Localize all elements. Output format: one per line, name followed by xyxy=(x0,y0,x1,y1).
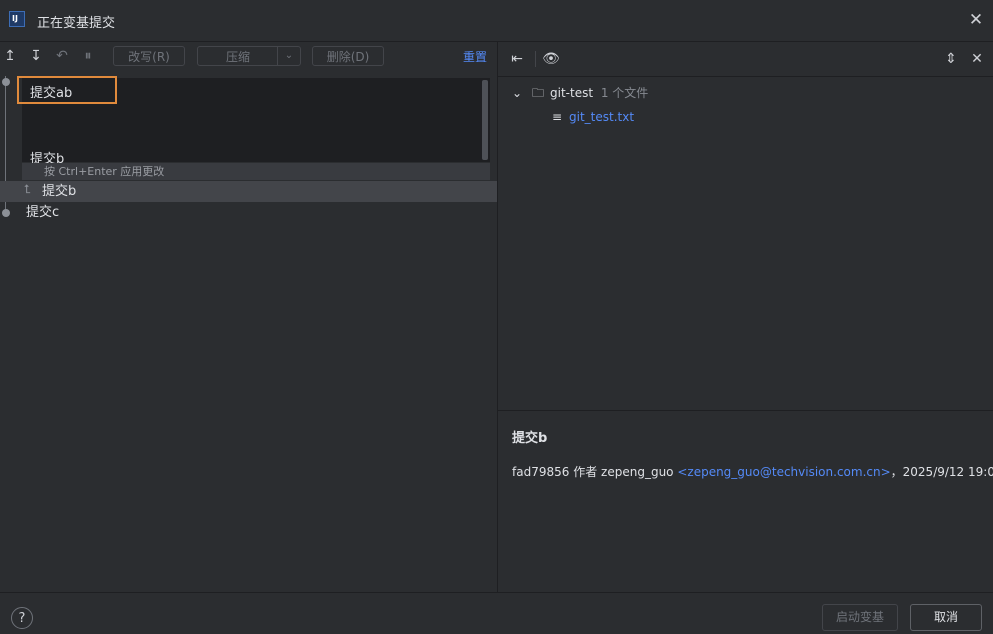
pause-icon[interactable]: ⏸ xyxy=(78,46,98,66)
cancel-button[interactable]: 取消 xyxy=(910,604,982,631)
author-email[interactable]: <zepeng_guo@techvision.com.cn> xyxy=(677,465,890,479)
commit-list-panel: ↥ ↧ ↶ ⏸ 改写(R) 压缩 ⌄ 删除(D) 重置 提交ab 提交b 按 C… xyxy=(0,42,497,592)
commit-label: 提交b xyxy=(42,184,77,199)
commit-subject: 提交b xyxy=(512,431,548,446)
intellij-icon: IJ xyxy=(9,11,25,27)
chevron-down-icon[interactable]: ⌄ xyxy=(512,84,522,102)
toolbar-separator xyxy=(535,51,536,67)
file-count: 1 个文件 xyxy=(600,86,649,100)
eye-icon[interactable]: 👁 xyxy=(540,49,562,69)
folder-icon: 🗀 xyxy=(532,86,545,100)
changes-panel: ⇤ 👁 ⇕ ✕ ⌄ 🗀 git-test 1 个文件 ≡ git_test.tx… xyxy=(498,42,993,592)
text-file-icon: ≡ xyxy=(552,110,563,124)
title-bar: IJ 正在变基提交 ✕ xyxy=(0,0,993,42)
collapse-left-icon[interactable]: ⇤ xyxy=(506,49,528,69)
changes-toolbar: ⇤ 👁 ⇕ ✕ xyxy=(498,42,993,77)
commit-row-selected[interactable]: ⮤ 提交b xyxy=(0,181,497,202)
root-name: git-test xyxy=(550,86,594,100)
commit-hash: fad79856 xyxy=(512,465,570,479)
editor-hint: 按 Ctrl+Enter 应用更改 xyxy=(22,163,490,180)
author-name: zepeng_guo xyxy=(601,465,674,479)
author-prefix: 作者 xyxy=(573,465,598,479)
file-item[interactable]: git_test.txt xyxy=(569,108,634,126)
chevron-down-icon[interactable]: ⌄ xyxy=(277,47,300,65)
reword-button[interactable]: 改写(R) xyxy=(113,46,185,66)
commit-meta: fad79856 作者 zepeng_guo <zepeng_guo@techv… xyxy=(512,463,993,480)
close-icon[interactable]: ✕ xyxy=(965,9,987,31)
drop-button[interactable]: 删除(D) xyxy=(312,46,384,66)
tree-root[interactable]: git-test 1 个文件 xyxy=(550,84,648,102)
collapse-all-icon[interactable]: ✕ xyxy=(966,49,988,69)
commit-row[interactable]: 提交c xyxy=(0,202,497,223)
commit-label: 提交c xyxy=(26,205,60,220)
reset-link[interactable]: 重置 xyxy=(463,48,487,65)
commit-date: ，2025/9/12 19:00 xyxy=(890,465,993,479)
move-down-icon[interactable]: ↧ xyxy=(26,46,46,66)
help-icon[interactable]: ? xyxy=(11,607,33,629)
expand-all-icon[interactable]: ⇕ xyxy=(940,49,962,69)
editor-scrollbar[interactable] xyxy=(482,80,488,160)
undo-icon[interactable]: ↶ xyxy=(52,46,72,66)
move-up-icon[interactable]: ↥ xyxy=(0,46,20,66)
start-rebase-button[interactable]: 启动变基 xyxy=(822,604,898,631)
rebase-toolbar: ↥ ↧ ↶ ⏸ 改写(R) 压缩 ⌄ 删除(D) 重置 xyxy=(0,42,497,72)
squash-button[interactable]: 压缩 ⌄ xyxy=(197,46,301,66)
highlight-annotation xyxy=(17,76,117,104)
squash-label: 压缩 xyxy=(225,50,250,64)
graph-node xyxy=(2,78,10,86)
fixup-arrow-icon: ⮤ xyxy=(24,182,32,196)
commit-details: 提交b fad79856 作者 zepeng_guo <zepeng_guo@t… xyxy=(498,410,993,593)
dialog-title: 正在变基提交 xyxy=(37,16,116,31)
